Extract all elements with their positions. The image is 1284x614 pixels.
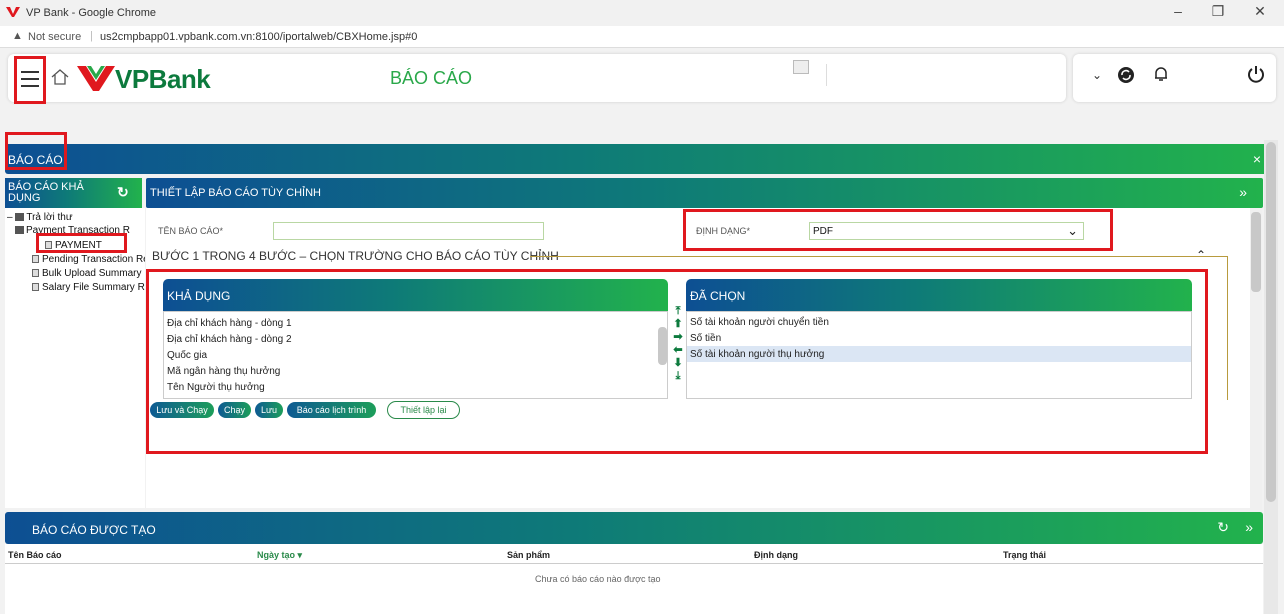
home-icon[interactable]	[50, 68, 70, 91]
minimize-button[interactable]: –	[1158, 3, 1198, 23]
left-panel-header: BÁO CÁO KHẢ DỤNG ↻	[5, 178, 142, 208]
main-panel-title: THIẾT LẬP BÁO CÁO TÙY CHỈNH	[150, 187, 321, 199]
generated-reports-header: BÁO CÁO ĐƯỢC TẠO ↻ »	[5, 512, 1263, 544]
fieldset-top-border	[530, 256, 1228, 257]
page-title: BÁO CÁO	[390, 68, 473, 88]
highlight-field-selection	[146, 269, 1208, 454]
main-scrollbar-thumb[interactable]	[1251, 212, 1261, 292]
tree-item[interactable]: Salary File Summary Re	[32, 282, 145, 293]
left-panel-body: – Trả lời thư Payment Transaction R PAYM…	[5, 208, 145, 508]
highlight-section-title	[5, 132, 67, 170]
column-header[interactable]: Trạng thái	[1003, 550, 1046, 560]
close-window-button[interactable]: ✕	[1240, 3, 1280, 23]
document-icon	[32, 255, 39, 263]
refresh-icon[interactable]: ↻	[117, 184, 129, 201]
brand-name: VPBank	[115, 64, 211, 94]
window-title: VP Bank - Google Chrome	[26, 7, 157, 19]
table-divider	[5, 563, 1263, 564]
bell-icon[interactable]	[1153, 65, 1169, 88]
collapse-up-icon[interactable]: ⌃	[1196, 248, 1206, 262]
highlight-format	[683, 209, 1113, 251]
power-icon[interactable]	[1246, 64, 1266, 89]
browser-title-bar: VP Bank - Google Chrome – ❐ ✕	[0, 0, 1284, 26]
main-scrollbar[interactable]	[1250, 210, 1262, 510]
url-text[interactable]: us2cmpbapp01.vpbank.com.vn:8100/iportalw…	[100, 31, 417, 43]
column-header[interactable]: Định dạng	[754, 550, 798, 560]
left-panel-title: BÁO CÁO KHẢ DỤNG	[8, 181, 84, 204]
section-bar: BÁO CÁO ×	[5, 144, 1275, 174]
refresh-icon[interactable]: ↻	[1217, 519, 1229, 536]
expand-icon[interactable]: »	[1245, 519, 1253, 535]
chevron-down-icon[interactable]: ⌄	[1092, 68, 1102, 82]
restore-button[interactable]: ❐	[1198, 3, 1238, 23]
column-header[interactable]: Sản phẩm	[507, 550, 550, 560]
step-title: BƯỚC 1 TRONG 4 BƯỚC – CHỌN TRƯỜNG CHO BÁ…	[152, 249, 559, 263]
refresh-circle-icon[interactable]	[1117, 66, 1135, 89]
highlight-payment	[36, 233, 127, 253]
folder-icon	[15, 226, 24, 234]
document-icon	[32, 283, 39, 291]
close-section-icon[interactable]: ×	[1253, 151, 1261, 167]
collapse-icon[interactable]: –	[7, 212, 13, 223]
tree-item[interactable]: Pending Transaction Re	[32, 254, 145, 265]
generated-reports-title: BÁO CÁO ĐƯỢC TẠO	[32, 523, 156, 537]
expand-icon[interactable]: »	[1239, 184, 1247, 200]
fieldset-right-border	[1227, 256, 1228, 400]
document-icon	[32, 269, 39, 277]
column-header[interactable]: Tên Báo cáo	[8, 550, 62, 560]
vpbank-logo-icon	[77, 62, 115, 97]
tree-item-label: Pending Transaction Re	[42, 254, 145, 265]
generated-reports-table: Tên Báo cáo Ngày tạo ▾ Sản phẩm Định dạn…	[5, 544, 1263, 614]
folder-icon	[15, 213, 25, 221]
security-label[interactable]: Not secure	[28, 31, 81, 43]
menu-button[interactable]	[14, 56, 46, 104]
report-name-label: TÊN BÁO CÁO*	[158, 226, 224, 236]
column-header-sorted[interactable]: Ngày tạo ▾	[257, 550, 302, 561]
page-scrollbar[interactable]	[1264, 140, 1278, 614]
tree-item[interactable]: Bulk Upload Summary	[32, 268, 145, 279]
page-scrollbar-thumb[interactable]	[1266, 142, 1276, 502]
header-divider	[826, 64, 827, 86]
address-bar[interactable]: ▲ Not secure | us2cmpbapp01.vpbank.com.v…	[0, 26, 1284, 48]
tree-item-label: Trả lời thư	[26, 212, 73, 223]
main-panel-header: THIẾT LẬP BÁO CÁO TÙY CHỈNH »	[146, 178, 1263, 208]
tree-item-label: Bulk Upload Summary	[42, 268, 142, 279]
empty-message: Chưa có báo cáo nào được tạo	[535, 574, 661, 584]
warning-icon[interactable]: ▲	[12, 30, 23, 42]
tree-item[interactable]: – Trả lời thư	[7, 212, 73, 223]
broken-image-icon	[793, 60, 809, 74]
tree-item-label: Salary File Summary Re	[42, 282, 145, 293]
vpbank-favicon-icon	[6, 6, 20, 21]
report-name-input[interactable]	[273, 222, 544, 240]
address-separator: |	[90, 30, 93, 42]
